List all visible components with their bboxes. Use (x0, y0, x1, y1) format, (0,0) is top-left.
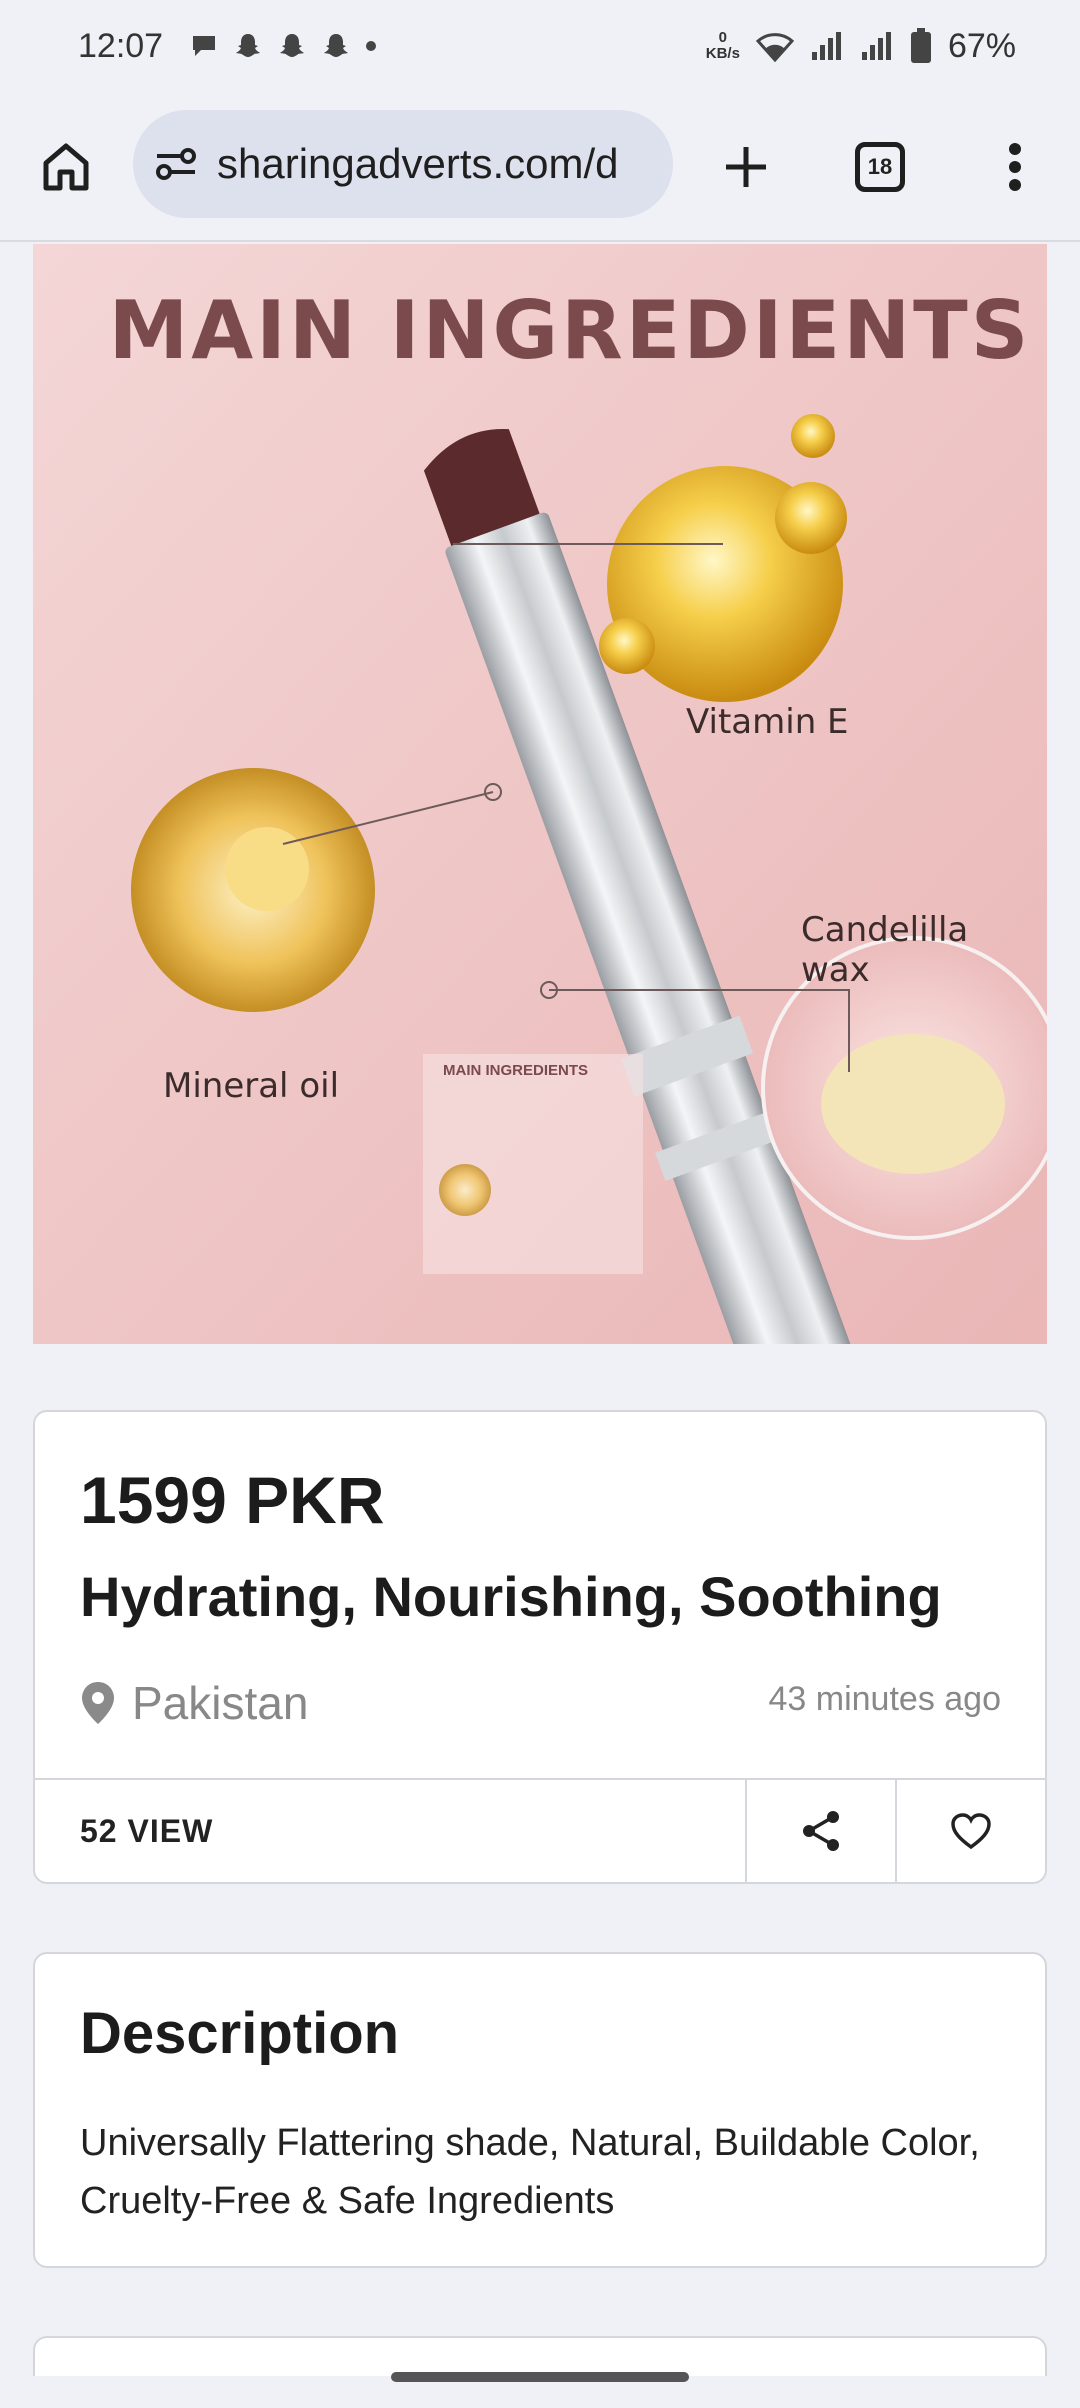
location-text: Pakistan (132, 1677, 309, 1729)
plus-icon (726, 147, 766, 187)
tab-switcher-button[interactable]: 18 (850, 137, 910, 197)
view-count: 52 VIEW (80, 1812, 214, 1849)
snapchat-icon (324, 34, 349, 57)
price: 1599 PKR (80, 1463, 385, 1537)
listing-footer: 52 VIEW (35, 1778, 1045, 1882)
snapchat-icon (280, 34, 305, 57)
site-settings-icon (156, 148, 196, 180)
description-heading: Description (80, 2001, 400, 2066)
home-icon (43, 143, 89, 191)
signal-icon (811, 32, 841, 60)
gesture-nav-bar[interactable] (391, 2372, 689, 2382)
url-text: sharingadverts.com/d (217, 140, 619, 187)
wifi-icon (755, 33, 794, 62)
description-text: Universally Flattering shade, Natural, B… (80, 2122, 980, 2222)
ingredient-label: Candelilla wax (801, 910, 969, 990)
location: Pakistan (80, 1676, 308, 1730)
product-image[interactable]: MAIN INGREDIENTS Vitamin E Candelilla wa… (33, 244, 1047, 1344)
tab-count: 18 (855, 142, 905, 192)
new-tab-button[interactable] (716, 137, 776, 197)
share-icon (803, 1811, 839, 1851)
product-illustration (33, 244, 1047, 1344)
thumbnail-heading: MAIN INGREDIENTS (443, 1062, 589, 1079)
home-button[interactable] (36, 137, 96, 197)
heart-icon (951, 1813, 991, 1850)
address-bar[interactable]: sharingadverts.com/d (133, 110, 673, 218)
signal-icon (861, 32, 891, 60)
battery-percent: 67% (947, 26, 1016, 65)
ingredient-label: Vitamin E (686, 702, 849, 742)
battery-icon (910, 28, 931, 63)
next-card-edge (33, 2336, 1047, 2376)
more-notifications-dot-icon (366, 41, 377, 51)
ingredient-label: Mineral oil (163, 1066, 340, 1106)
posted-time: 43 minutes ago (768, 1680, 1002, 1718)
status-time: 12:07 (78, 26, 164, 65)
image-heading: MAIN INGREDIENTS (108, 284, 1032, 377)
messages-icon (193, 36, 216, 56)
listing-title: Hydrating, Nourishing, Soothing (80, 1565, 942, 1628)
more-vert-icon (1009, 143, 1021, 191)
location-pin-icon (82, 1682, 114, 1724)
menu-button[interactable] (1000, 137, 1030, 197)
favorite-button[interactable] (895, 1780, 1045, 1882)
network-speed: 0 KB/s (705, 29, 740, 62)
snapchat-icon (236, 34, 261, 57)
browser-toolbar: sharingadverts.com/d 18 (0, 92, 1080, 242)
listing-card: 1599 PKR Hydrating, Nourishing, Soothing… (33, 1410, 1047, 1884)
share-button[interactable] (745, 1780, 895, 1882)
description-card: Description Universally Flattering shade… (33, 1952, 1047, 2268)
status-bar: 12:07 0 KB/s 67% (0, 0, 1080, 92)
